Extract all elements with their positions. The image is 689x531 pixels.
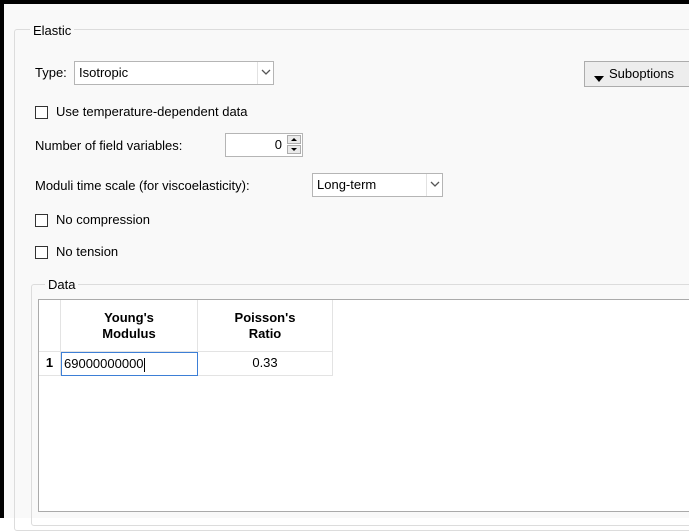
type-label: Type: bbox=[35, 65, 67, 80]
chevron-down-icon[interactable] bbox=[257, 62, 273, 84]
moduli-time-scale-label: Moduli time scale (for viscoelasticity): bbox=[35, 178, 250, 193]
field-variables-spinner[interactable]: 0 bbox=[225, 133, 303, 157]
text-caret bbox=[143, 357, 145, 372]
suboptions-label: Suboptions bbox=[609, 66, 675, 81]
no-tension-label: No tension bbox=[56, 244, 119, 259]
spin-up-icon[interactable] bbox=[287, 135, 301, 144]
spin-down-icon[interactable] bbox=[287, 145, 301, 154]
type-select-value: Isotropic bbox=[79, 65, 129, 80]
column-header-poissons-ratio[interactable]: Poisson's Ratio bbox=[198, 300, 333, 352]
chevron-down-icon[interactable] bbox=[426, 174, 442, 196]
type-select[interactable]: Isotropic bbox=[74, 61, 274, 85]
no-compression-checkbox[interactable] bbox=[35, 214, 48, 227]
data-table[interactable]: Young's Modulus Poisson's Ratio 1 690000… bbox=[38, 299, 689, 512]
no-compression-label: No compression bbox=[56, 212, 150, 227]
column-header-line: Ratio bbox=[248, 326, 282, 341]
column-header-line: Modulus bbox=[102, 326, 156, 341]
elastic-group-title: Elastic bbox=[30, 23, 75, 38]
column-header-line: Poisson's bbox=[234, 310, 296, 325]
no-tension-checkbox[interactable] bbox=[35, 246, 48, 259]
cell-youngs-modulus-value: 69000000000 bbox=[64, 356, 144, 371]
data-group-title: Data bbox=[45, 277, 79, 292]
field-variables-value: 0 bbox=[274, 137, 282, 152]
triangle-down-icon bbox=[594, 71, 604, 86]
moduli-time-scale-select[interactable]: Long-term bbox=[312, 173, 443, 197]
temp-dependent-label: Use temperature-dependent data bbox=[56, 104, 248, 119]
cell-poissons-ratio[interactable]: 0.33 bbox=[198, 352, 333, 376]
moduli-time-scale-value: Long-term bbox=[317, 177, 377, 192]
column-header-youngs-modulus[interactable]: Young's Modulus bbox=[61, 300, 198, 352]
column-header-line: Young's bbox=[104, 310, 154, 325]
suboptions-button[interactable]: Suboptions bbox=[584, 61, 689, 87]
row-header[interactable]: 1 bbox=[39, 352, 61, 376]
field-variables-label: Number of field variables: bbox=[35, 138, 183, 153]
table-corner-header bbox=[39, 300, 61, 352]
temp-dependent-checkbox[interactable] bbox=[35, 106, 48, 119]
cell-youngs-modulus[interactable]: 69000000000 bbox=[61, 352, 198, 376]
